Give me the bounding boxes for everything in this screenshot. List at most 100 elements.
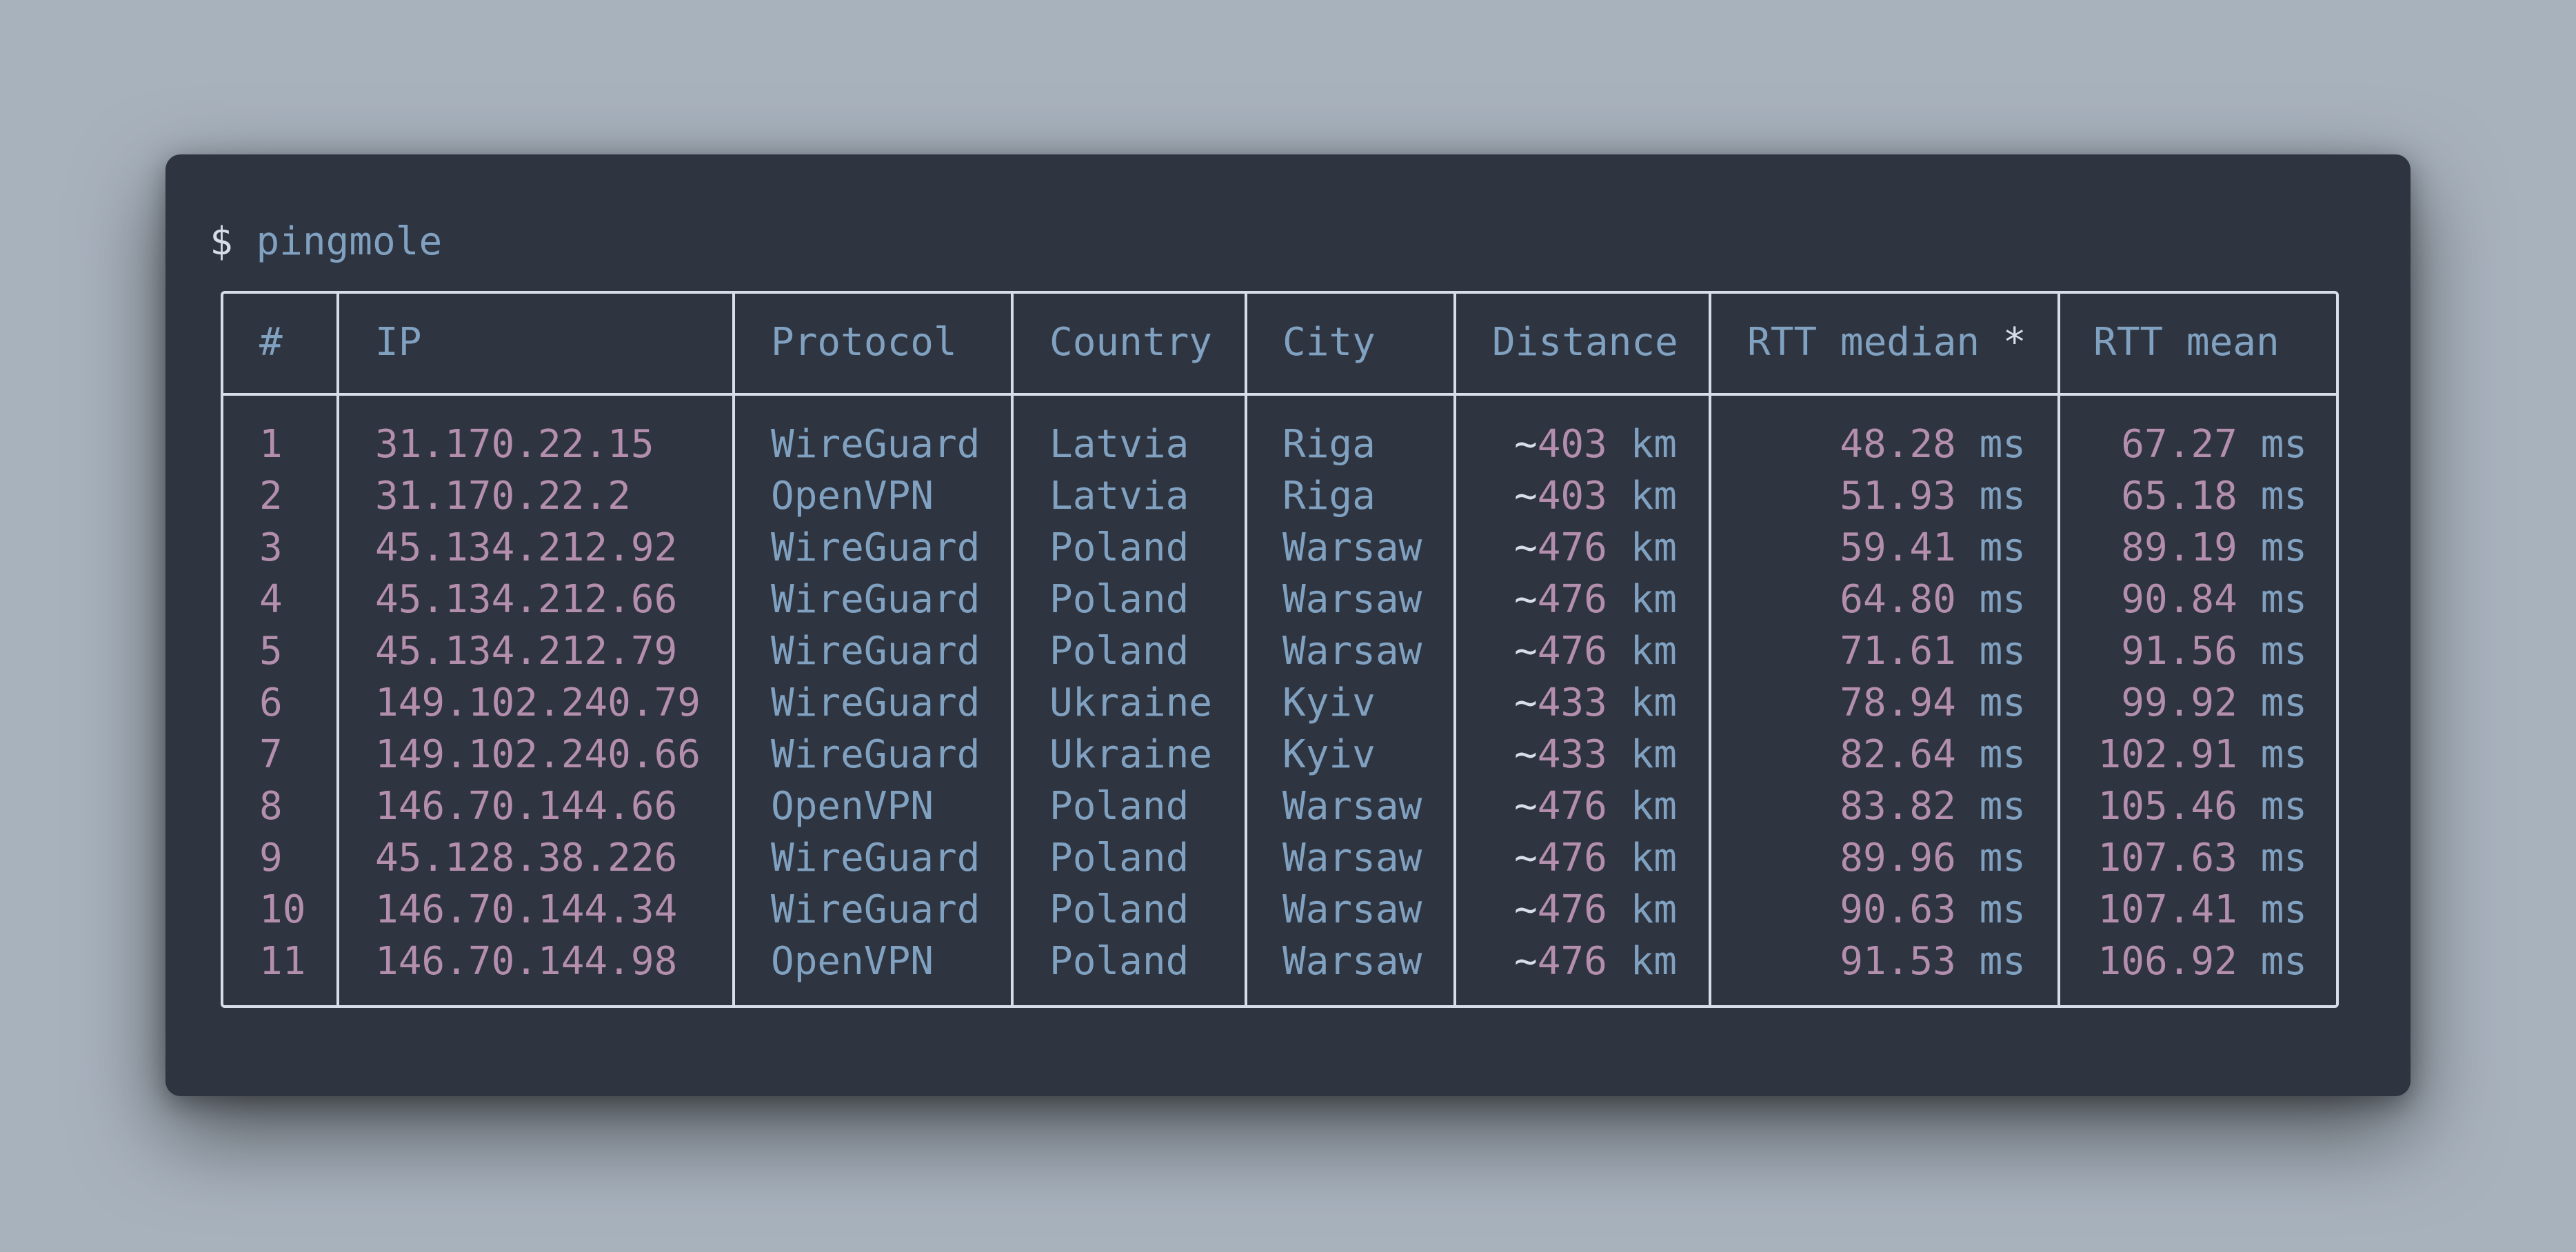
- rtt-value: 51.93: [1840, 474, 1956, 518]
- distance-value: 476: [1537, 784, 1607, 829]
- cell-country: Poland: [1049, 939, 1189, 984]
- cell-protocol: WireGuard: [771, 887, 980, 932]
- cell-num: 3: [259, 525, 283, 570]
- distance-value: 403: [1537, 474, 1607, 518]
- rtt-value: 91.53: [1840, 939, 1956, 984]
- rtt-value: 99.92: [2121, 680, 2237, 725]
- cell-protocol: WireGuard: [771, 577, 980, 622]
- cell-rtt-mean: 99.92 ms: [2069, 679, 2307, 727]
- cell-country: Poland: [1049, 784, 1189, 829]
- command-prompt: $ pingmole: [210, 218, 442, 266]
- results-table: # IP Protocol Country City Distance RTT median…: [221, 291, 2339, 1008]
- cell-distance: ~433 km: [1465, 731, 1677, 779]
- rtt-value: 107.41: [2097, 887, 2237, 932]
- cell-rtt-mean: 91.56 ms: [2069, 627, 2307, 676]
- cell-ip: 146.70.144.98: [375, 939, 678, 984]
- column-separator: [1453, 294, 1456, 1005]
- terminal-window: $ pingmole # IP Protocol Country City Distanc…: [165, 154, 2411, 1096]
- column-header-city: City: [1282, 320, 1376, 365]
- cell-protocol: WireGuard: [771, 629, 980, 674]
- cell-ip: 45.134.212.79: [375, 629, 678, 674]
- distance-unit: km: [1630, 577, 1677, 622]
- cell-distance: ~433 km: [1465, 679, 1677, 727]
- cell-protocol: WireGuard: [771, 525, 980, 570]
- distance-value: 476: [1537, 525, 1607, 570]
- rtt-unit: ms: [2260, 577, 2307, 622]
- rtt-value: 89.96: [1840, 836, 1956, 880]
- column-separator: [336, 294, 339, 1005]
- cell-protocol: WireGuard: [771, 836, 980, 880]
- rtt-value: 82.64: [1840, 732, 1956, 777]
- cell-rtt-mean: 67.27 ms: [2069, 421, 2307, 469]
- cell-country: Poland: [1049, 836, 1189, 880]
- cell-ip: 45.134.212.92: [375, 525, 678, 570]
- distance-unit: km: [1630, 629, 1677, 674]
- rtt-unit: ms: [2260, 525, 2307, 570]
- rtt-value: 102.91: [2097, 732, 2237, 777]
- cell-protocol: OpenVPN: [771, 474, 934, 518]
- rtt-unit: ms: [1979, 732, 2026, 777]
- cell-ip: 146.70.144.34: [375, 887, 678, 932]
- rtt-unit: ms: [2260, 939, 2307, 984]
- command-text: pingmole: [256, 219, 443, 264]
- cell-rtt-median: 83.82 ms: [1720, 782, 2026, 831]
- cell-ip: 31.170.22.15: [375, 422, 654, 467]
- rtt-unit: ms: [1979, 474, 2026, 518]
- cell-rtt-median: 59.41 ms: [1720, 524, 2026, 572]
- cell-num: 2: [259, 474, 283, 518]
- cell-protocol: WireGuard: [771, 732, 980, 777]
- cell-country: Poland: [1049, 629, 1189, 674]
- cell-num: 9: [259, 836, 283, 880]
- rtt-unit: ms: [2260, 422, 2307, 467]
- rtt-unit: ms: [1979, 939, 2026, 984]
- rtt-unit: ms: [1979, 887, 2026, 932]
- rtt-unit: ms: [2260, 680, 2307, 725]
- rtt-unit: ms: [2260, 732, 2307, 777]
- cell-distance: ~476 km: [1465, 524, 1677, 572]
- cell-city: Warsaw: [1282, 629, 1422, 674]
- approx-symbol: ~: [1513, 680, 1538, 725]
- cell-rtt-median: 82.64 ms: [1720, 731, 2026, 779]
- rtt-unit: ms: [2260, 887, 2307, 932]
- cell-num: 7: [259, 732, 283, 777]
- cell-country: Poland: [1049, 525, 1189, 570]
- cell-rtt-mean: 106.92 ms: [2069, 938, 2307, 986]
- distance-unit: km: [1630, 939, 1677, 984]
- cell-country: Latvia: [1049, 422, 1189, 467]
- rtt-unit: ms: [1979, 629, 2026, 674]
- cell-protocol: OpenVPN: [771, 939, 934, 984]
- distance-value: 433: [1537, 680, 1607, 725]
- rtt-value: 107.63: [2097, 836, 2237, 880]
- rtt-value: 48.28: [1840, 422, 1956, 467]
- distance-value: 476: [1537, 836, 1607, 880]
- cell-rtt-mean: 107.41 ms: [2069, 886, 2307, 934]
- approx-symbol: ~: [1513, 474, 1538, 518]
- distance-unit: km: [1630, 525, 1677, 570]
- cell-country: Poland: [1049, 887, 1189, 932]
- cell-ip: 31.170.22.2: [375, 474, 631, 518]
- cell-city: Warsaw: [1282, 939, 1422, 984]
- rtt-value: 71.61: [1840, 629, 1956, 674]
- rtt-value: 65.18: [2121, 474, 2237, 518]
- column-separator: [732, 294, 735, 1005]
- rtt-unit: ms: [2260, 784, 2307, 829]
- column-header-ip: IP: [375, 320, 422, 365]
- cell-distance: ~476 km: [1465, 627, 1677, 676]
- rtt-value: 64.80: [1840, 577, 1956, 622]
- distance-value: 403: [1537, 422, 1607, 467]
- rtt-unit: ms: [1979, 680, 2026, 725]
- column-separator: [1011, 294, 1014, 1005]
- rtt-unit: ms: [1979, 836, 2026, 880]
- cell-rtt-mean: 105.46 ms: [2069, 782, 2307, 831]
- header-label: RTT median: [1747, 320, 1980, 365]
- cell-distance: ~403 km: [1465, 421, 1677, 469]
- column-header-num: #: [259, 320, 283, 365]
- cell-ip: 45.134.212.66: [375, 577, 678, 622]
- cell-rtt-median: 71.61 ms: [1720, 627, 2026, 676]
- cell-rtt-median: 51.93 ms: [1720, 472, 2026, 521]
- column-header-distance: Distance: [1492, 320, 1678, 365]
- cell-distance: ~476 km: [1465, 938, 1677, 986]
- cell-ip: 149.102.240.66: [375, 732, 701, 777]
- distance-unit: km: [1630, 836, 1677, 880]
- rtt-value: 89.19: [2121, 525, 2237, 570]
